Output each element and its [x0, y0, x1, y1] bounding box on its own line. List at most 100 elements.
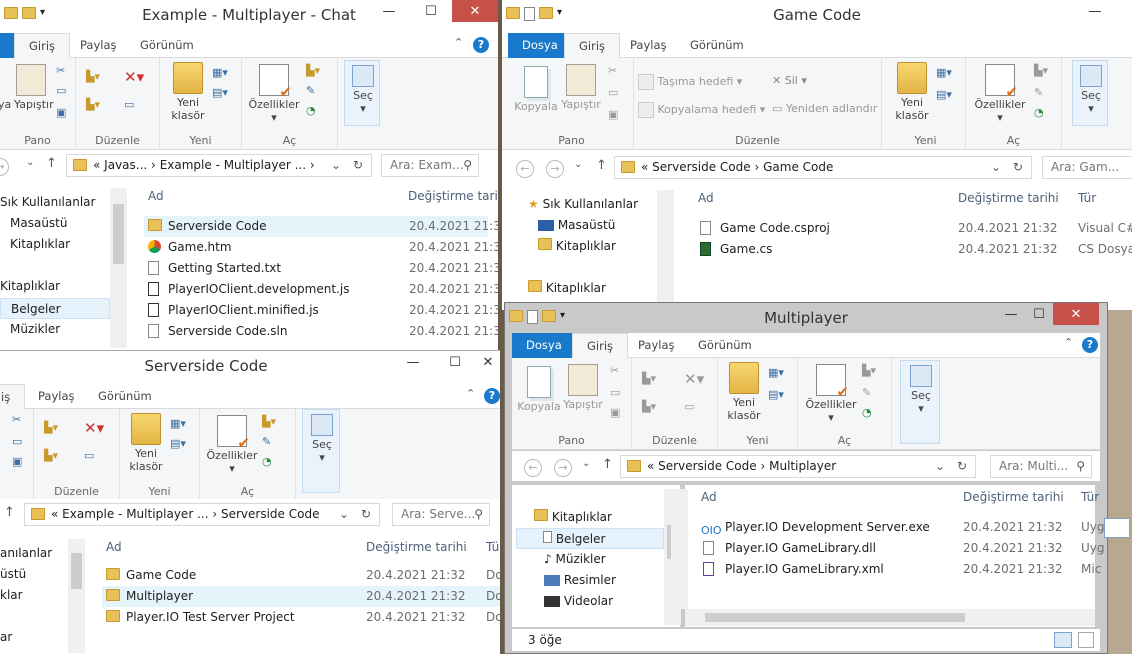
edit-icon[interactable]: ✎ [262, 435, 271, 448]
select-button[interactable]: Seç ▾ [900, 360, 940, 444]
forward-button[interactable]: → [546, 160, 564, 178]
edit-icon[interactable]: ✎ [1034, 86, 1043, 99]
select-button[interactable]: Seç ▾ [344, 60, 380, 126]
move-to-icon[interactable]: ▙▾ [86, 70, 100, 83]
breadcrumb[interactable]: Example - Multiplayer ... [160, 158, 306, 172]
new-folder-button[interactable]: Yeni klasör [892, 62, 932, 122]
paste-shortcut-icon[interactable]: ▣ [12, 455, 22, 468]
delete-icon[interactable]: ✕▾ [84, 419, 104, 437]
tab-giris[interactable]: Giriş [572, 333, 629, 358]
list-item[interactable]: Player.IO GameLibrary.xml 20.4.2021 21:32… [701, 559, 1101, 580]
properties-button[interactable]: Özellikler▾ [248, 64, 300, 124]
copy-button[interactable]: ya [0, 98, 11, 111]
easy-access-icon[interactable]: ▤▾ [212, 86, 228, 99]
breadcrumb[interactable]: Javas... [104, 158, 147, 172]
easy-access-icon[interactable]: ▤▾ [936, 88, 952, 101]
nav-item-documents[interactable]: Belgeler [0, 298, 110, 319]
search-input[interactable]: Ara: Exam... ⚲ [381, 154, 479, 177]
maximize-button[interactable]: ☐ [410, 0, 452, 22]
chevron-down-icon[interactable]: ⌄ [339, 504, 349, 525]
list-item[interactable]: Game Code20.4.2021 21:32Dos [102, 565, 500, 586]
close-button[interactable]: ✕ [452, 0, 498, 22]
nav-item-libraries[interactable]: klar [0, 585, 23, 606]
recent-dropdown-icon[interactable]: ⌄ [582, 458, 590, 469]
recent-dropdown-icon[interactable]: ⌄ [574, 159, 582, 170]
list-item[interactable]: PlayerIOClient.minified.js 20.4.2021 21:3… [144, 300, 498, 321]
nav-item-desktop[interactable]: üstü [0, 564, 26, 585]
search-input[interactable]: Ara: Serve... ⚲ [392, 503, 490, 526]
address-bar[interactable]: « Javas... › Example - Multiplayer ... ›… [66, 154, 372, 177]
nav-item-libraries-root[interactable]: ar [0, 627, 12, 648]
help-icon[interactable]: ? [484, 388, 500, 404]
horizontal-scrollbar[interactable] [685, 609, 1095, 626]
copy-path-icon[interactable]: ▭ [56, 84, 66, 97]
multiplayer-titlebar[interactable]: ▾ Multiplayer — ☐ ✕ [505, 303, 1107, 333]
new-item-icon[interactable]: ▦▾ [936, 66, 952, 79]
copy-to-icon[interactable]: ▙▾ [86, 98, 100, 111]
tab-giris[interactable]: iş [0, 384, 26, 409]
nav-item-desktop[interactable]: Masaüstü [10, 213, 67, 234]
address-bar[interactable]: « Example - Multiplayer ... › Serverside… [24, 503, 380, 526]
copy-path-icon[interactable]: ▭ [608, 86, 618, 99]
tab-gorunum[interactable]: Görünüm [676, 33, 758, 58]
column-header-date[interactable]: Değiştirme tarihi [408, 184, 498, 208]
rename-button[interactable]: ▭ Yeniden adlandır [772, 102, 877, 115]
breadcrumb[interactable]: Serverside Code [658, 459, 756, 473]
new-folder-button[interactable]: Yeni klasör [126, 413, 166, 473]
help-icon[interactable]: ? [1082, 337, 1098, 353]
large-icons-view-icon[interactable] [1078, 632, 1094, 648]
list-item[interactable]: PlayerIOClient.development.js 20.4.2021 2… [144, 279, 498, 300]
tab-dosya[interactable]: Dosya [508, 33, 572, 58]
nav-item-music[interactable]: ♪ Müzikler [544, 549, 606, 570]
properties-button[interactable]: Özellikler▾ [972, 64, 1028, 124]
cut-icon[interactable]: ✂ [56, 64, 65, 77]
column-header-date[interactable]: Değiştirme tarihi [366, 535, 467, 559]
chevron-down-icon[interactable]: ⌄ [991, 157, 1001, 178]
delete-icon[interactable]: ✕▾ [124, 68, 144, 86]
select-button[interactable]: Seç ▾ [302, 409, 340, 493]
tab-dosya[interactable]: Dosya [512, 333, 576, 358]
up-button[interactable]: ↑ [602, 457, 613, 472]
ribbon-collapse-icon[interactable]: ⌃ [1064, 336, 1073, 349]
history-icon[interactable]: ◔ [862, 406, 872, 419]
column-header-date[interactable]: Değiştirme tarihi [963, 485, 1064, 509]
rename-icon[interactable]: ▭ [684, 400, 694, 413]
nav-scrollbar[interactable] [110, 188, 127, 348]
breadcrumb[interactable]: Serverside Code [221, 507, 319, 521]
paste-button[interactable]: Yapıştır [14, 64, 54, 111]
open-icon[interactable]: ▙▾ [262, 415, 276, 428]
help-icon[interactable]: ? [473, 37, 489, 53]
copy-button[interactable]: Kopyala [516, 366, 562, 413]
tab-giris[interactable]: Giriş [564, 33, 621, 58]
move-to-button[interactable]: Taşıma hedefi ▾ [638, 74, 742, 90]
maximize-button[interactable]: ☐ [1025, 303, 1053, 325]
nav-item-libraries[interactable]: Kitaplıklar [538, 236, 616, 257]
paste-shortcut-icon[interactable]: ▣ [56, 106, 66, 119]
tab-gorunum[interactable]: Görünüm [84, 384, 166, 409]
forward-button[interactable]: → [554, 459, 572, 477]
properties-button[interactable]: Özellikler▾ [804, 364, 858, 424]
back-button[interactable]: ← [516, 160, 534, 178]
column-header-name[interactable]: Ad [701, 485, 717, 509]
properties-button[interactable]: Özellikler▾ [206, 415, 258, 475]
new-folder-button[interactable]: Yeni klasör [724, 362, 764, 422]
game-titlebar[interactable]: ▾ Game Code —☐ [502, 0, 1132, 30]
easy-access-icon[interactable]: ▤▾ [170, 437, 186, 450]
back-button[interactable]: ← [524, 459, 542, 477]
column-header-name[interactable]: Ad [698, 186, 714, 210]
search-input[interactable]: Ara: Multi... ⚲ [990, 455, 1092, 478]
paste-button[interactable]: Yapıştır [562, 364, 604, 411]
paste-shortcut-icon[interactable]: ▣ [608, 108, 618, 121]
nav-item-documents[interactable]: Belgeler [516, 528, 664, 549]
ribbon-collapse-icon[interactable]: ⌃ [454, 36, 463, 49]
list-item[interactable]: Player.IO GameLibrary.dll 20.4.2021 21:32… [701, 538, 1105, 559]
serverside-titlebar[interactable]: Serverside Code — ☐ ✕ [0, 351, 500, 381]
view-toggle-icon[interactable] [1104, 518, 1130, 538]
new-folder-button[interactable]: Yeni klasör [168, 62, 208, 122]
move-to-icon[interactable]: ▙▾ [642, 372, 656, 385]
new-item-icon[interactable]: ▦▾ [170, 417, 186, 430]
chevron-down-icon[interactable]: ⌄ [331, 155, 341, 176]
paste-button[interactable]: Yapıştır [560, 64, 602, 111]
nav-item-pictures[interactable]: Resimler [544, 570, 616, 591]
cut-icon[interactable]: ✂ [610, 364, 619, 377]
